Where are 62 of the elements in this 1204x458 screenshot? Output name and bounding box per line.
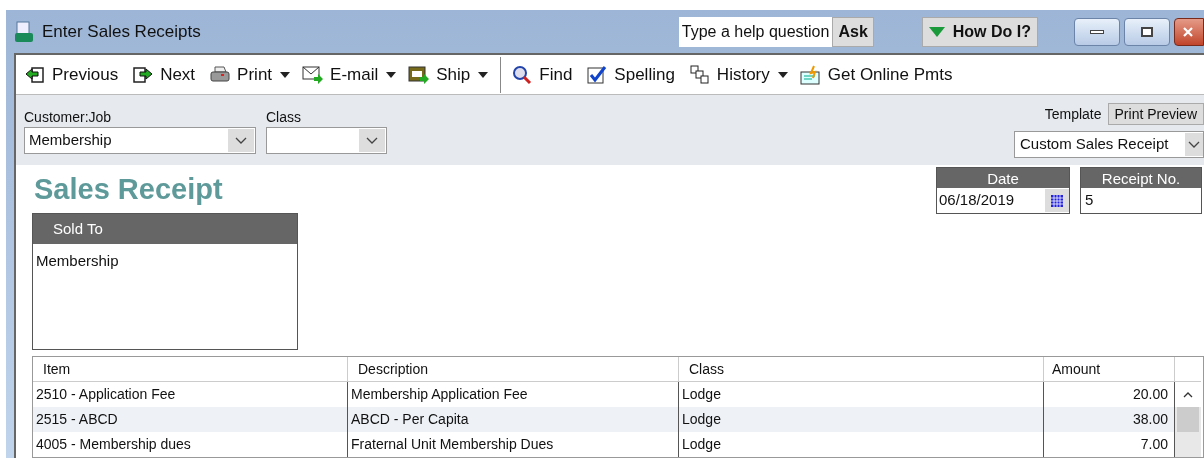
table-cell: Fraternal Unit Membership Dues: [348, 432, 679, 457]
minimize-icon: [1090, 29, 1104, 34]
search-icon: [511, 64, 534, 85]
window-title: Enter Sales Receipts: [42, 20, 201, 43]
help-search-field[interactable]: Type a help question: [678, 16, 833, 47]
toolbar-button[interactable]: Print: [209, 61, 287, 88]
toolbar-button[interactable]: Ship: [408, 61, 485, 88]
toolbar-button[interactable]: Next: [132, 61, 210, 88]
toolbar-button[interactable]: E-mail: [302, 61, 393, 88]
caret-icon[interactable]: [777, 71, 788, 78]
table-cell: 4005 - Membership dues: [33, 432, 348, 457]
card-icon: [799, 64, 822, 85]
caret-icon[interactable]: [280, 71, 291, 78]
caret-icon[interactable]: [478, 71, 489, 78]
close-button[interactable]: [1174, 17, 1204, 46]
chevron-down-icon: [1188, 140, 1200, 149]
receipt-number-field[interactable]: 5: [1081, 188, 1201, 213]
scrollbar-thumb[interactable]: [1177, 407, 1199, 432]
box-header: Sold To: [33, 214, 297, 244]
field-label: Template: [1044, 104, 1102, 124]
table-cell: Lodge: [679, 432, 1044, 457]
receipt-icon: [14, 20, 34, 43]
box-header: Receipt No.: [1081, 168, 1201, 188]
toolbar-button[interactable]: Spelling: [586, 61, 689, 88]
close-icon: [1183, 26, 1193, 37]
caret-icon[interactable]: [386, 71, 397, 78]
class-dropdown[interactable]: [266, 127, 387, 154]
column-header: Description: [348, 357, 679, 381]
field-label: Class: [266, 108, 302, 127]
address-text: Membership: [35, 251, 120, 271]
toolbar-button[interactable]: History: [688, 61, 784, 88]
date-field[interactable]: 06/18/2019: [937, 188, 1069, 213]
maximize-button[interactable]: [1124, 17, 1170, 46]
toolbar-button[interactable]: Previous: [24, 61, 133, 88]
box-header: Date: [937, 168, 1069, 188]
field-label: Customer:Job: [24, 108, 113, 127]
column-header: Item: [33, 357, 348, 381]
ask-button[interactable]: Ask: [832, 16, 874, 47]
toolbar-button[interactable]: Find: [511, 61, 587, 88]
toolbar-button[interactable]: Get Online Pmts: [799, 61, 967, 88]
maximize-icon: [1141, 26, 1153, 37]
scrollbar[interactable]: [1175, 382, 1201, 457]
envelope-icon: [302, 64, 325, 85]
template-dropdown[interactable]: Custom Sales Receipt: [1014, 131, 1204, 158]
pages-icon: [688, 64, 711, 85]
back-arrow-icon: [24, 64, 46, 85]
column-header: Class: [679, 357, 1044, 381]
minimize-button[interactable]: [1074, 17, 1120, 46]
chevron-down-icon: [235, 136, 247, 145]
checkbox-icon: [586, 64, 609, 85]
how-do-i-button[interactable]: How Do I?: [921, 16, 1038, 47]
printer-icon: [209, 64, 232, 85]
triangle-down-icon: [928, 26, 945, 37]
forward-arrow-icon: [132, 64, 155, 85]
package-icon: [408, 64, 431, 85]
calendar-icon: [1051, 194, 1063, 207]
form-title: Sales Receipt: [33, 172, 224, 207]
customer-job-dropdown[interactable]: Membership: [24, 127, 256, 154]
print-preview-button[interactable]: Print Preview: [1107, 103, 1204, 125]
chevron-down-icon: [366, 136, 378, 145]
scroll-up-icon[interactable]: [1183, 391, 1193, 398]
column-header: Amount: [1044, 357, 1175, 381]
